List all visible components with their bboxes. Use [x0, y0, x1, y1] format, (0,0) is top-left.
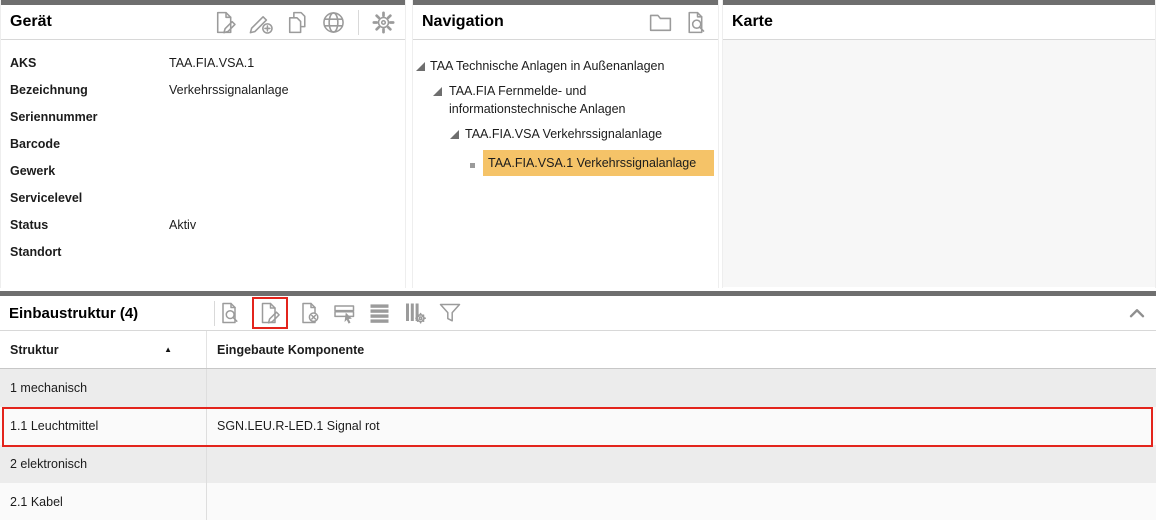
- cell-struktur[interactable]: 2 elektronisch: [0, 445, 207, 483]
- geraet-fields: AKS TAA.FIA.VSA.1 Bezeichnung Verkehrssi…: [1, 40, 405, 265]
- karte-header: Karte: [723, 5, 1155, 40]
- table-header-row: Struktur ▲ Eingebaute Komponente: [0, 331, 1156, 369]
- geraet-title: Gerät: [10, 13, 52, 31]
- panel-geraet: Gerät A: [0, 0, 406, 288]
- tree-leaf-icon: [470, 163, 475, 168]
- field-value: Aktiv: [169, 218, 196, 232]
- rows-icon[interactable]: [367, 300, 393, 326]
- copy-icon[interactable]: [284, 9, 311, 36]
- field-row-barcode: Barcode: [10, 130, 397, 157]
- field-label: AKS: [10, 56, 169, 70]
- sort-ascending-icon[interactable]: ▲: [164, 345, 172, 354]
- tree-expanded-icon[interactable]: [416, 62, 425, 71]
- einbaustruktur-title: Einbaustruktur (4): [9, 305, 212, 322]
- field-row-servicelevel: Servicelevel: [10, 184, 397, 211]
- field-label: Gewerk: [10, 164, 169, 178]
- field-label: Bezeichnung: [10, 83, 169, 97]
- column-header-struktur[interactable]: Struktur ▲: [0, 331, 207, 368]
- row-select-icon[interactable]: [332, 300, 358, 326]
- field-row-seriennummer: Seriennummer: [10, 103, 397, 130]
- tree-node-taa-fia-vsa[interactable]: TAA.FIA.VSA Verkehrssignalanlage: [413, 125, 716, 143]
- field-label: Seriennummer: [10, 110, 169, 124]
- einbaustruktur-toolbar: [217, 297, 463, 329]
- annotation-box-edit-icon: [252, 297, 288, 329]
- tree-node-taa-fia-vsa-1[interactable]: TAA.FIA.VSA.1 Verkehrssignalanlage: [413, 150, 716, 176]
- karte-title: Karte: [732, 13, 773, 31]
- cell-struktur[interactable]: 2.1 Kabel: [0, 483, 207, 520]
- table-row[interactable]: 2 elektronisch: [0, 445, 1156, 483]
- chevron-up-icon[interactable]: [1126, 302, 1148, 324]
- filter-icon[interactable]: [437, 300, 463, 326]
- geraet-header: Gerät: [1, 5, 405, 40]
- table-row[interactable]: 2.1 Kabel: [0, 483, 1156, 520]
- edit-document-icon[interactable]: [212, 9, 239, 36]
- cell-komponente[interactable]: [207, 369, 1156, 407]
- navigation-title: Navigation: [422, 13, 504, 31]
- field-row-status: Status Aktiv: [10, 211, 397, 238]
- column-settings-icon[interactable]: [402, 300, 428, 326]
- field-label: Servicelevel: [10, 191, 169, 205]
- field-row-aks: AKS TAA.FIA.VSA.1: [10, 49, 397, 76]
- panel-navigation: Navigation TAA Technische Anlagen in Auß…: [412, 0, 719, 288]
- cell-struktur[interactable]: 1.1 Leuchtmittel: [0, 407, 207, 445]
- table-row[interactable]: 1 mechanisch: [0, 369, 1156, 407]
- tree-node-label[interactable]: TAA.FIA Fernmelde- und informationstechn…: [449, 82, 716, 118]
- tree-expanded-icon[interactable]: [450, 130, 459, 139]
- toolbar-separator: [358, 10, 359, 35]
- cell-komponente[interactable]: [207, 483, 1156, 520]
- tree-node-label[interactable]: TAA Technische Anlagen in Außenanlagen: [430, 57, 716, 75]
- app-window: Gerät A: [0, 0, 1156, 520]
- sign-add-icon[interactable]: [248, 9, 275, 36]
- panel-einbaustruktur: Einbaustruktur (4): [0, 291, 1156, 520]
- navigation-tree: TAA Technische Anlagen in Außenanlagen T…: [413, 40, 718, 176]
- navigation-toolbar: [647, 9, 710, 36]
- panel-karte: Karte: [722, 0, 1156, 288]
- column-label: Eingebaute Komponente: [217, 343, 364, 357]
- field-label: Status: [10, 218, 169, 232]
- column-label: Struktur: [10, 343, 59, 357]
- field-value: Verkehrssignalanlage: [169, 83, 289, 97]
- field-value: TAA.FIA.VSA.1: [169, 56, 254, 70]
- settings-icon[interactable]: [370, 9, 397, 36]
- table-row-annotated[interactable]: 1.1 Leuchtmittel SGN.LEU.R-LED.1 Signal …: [0, 407, 1156, 445]
- document-search-icon[interactable]: [217, 300, 243, 326]
- karte-map-area: [723, 40, 1155, 287]
- einbaustruktur-collapse: [1126, 302, 1148, 324]
- tree-node-label-selected[interactable]: TAA.FIA.VSA.1 Verkehrssignalanlage: [483, 150, 714, 176]
- field-row-gewerk: Gewerk: [10, 157, 397, 184]
- document-remove-icon[interactable]: [297, 300, 323, 326]
- navigation-header: Navigation: [413, 5, 718, 40]
- cell-komponente[interactable]: SGN.LEU.R-LED.1 Signal rot: [207, 407, 1156, 445]
- geraet-toolbar: [212, 9, 397, 36]
- field-label: Barcode: [10, 137, 169, 151]
- edit-document-icon[interactable]: [257, 300, 283, 326]
- field-row-bezeichnung: Bezeichnung Verkehrssignalanlage: [10, 76, 397, 103]
- cell-struktur[interactable]: 1 mechanisch: [0, 369, 207, 407]
- toolbar-separator: [214, 301, 215, 326]
- tree-expanded-icon[interactable]: [433, 87, 442, 96]
- field-row-standort: Standort: [10, 238, 397, 265]
- tree-node-taa[interactable]: TAA Technische Anlagen in Außenanlagen: [413, 57, 716, 75]
- globe-icon[interactable]: [320, 9, 347, 36]
- einbaustruktur-header: Einbaustruktur (4): [0, 296, 1156, 331]
- folder-icon[interactable]: [647, 9, 674, 36]
- tree-node-label[interactable]: TAA.FIA.VSA Verkehrssignalanlage: [465, 125, 716, 143]
- document-search-icon[interactable]: [683, 9, 710, 36]
- cell-komponente[interactable]: [207, 445, 1156, 483]
- column-header-komponente[interactable]: Eingebaute Komponente: [207, 331, 1156, 368]
- tree-node-taa-fia[interactable]: TAA.FIA Fernmelde- und informationstechn…: [413, 82, 716, 118]
- field-label: Standort: [10, 245, 169, 259]
